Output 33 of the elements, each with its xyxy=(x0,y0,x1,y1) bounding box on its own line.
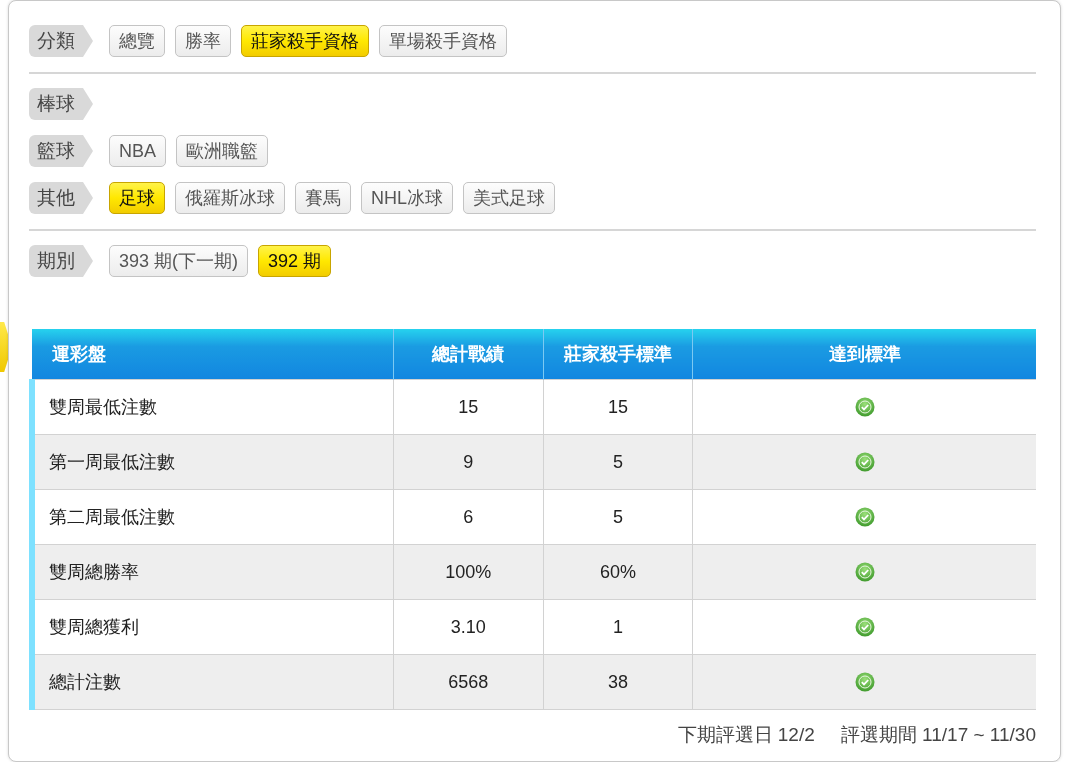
table-cell: 總計注數 xyxy=(32,654,394,710)
filter-button[interactable]: 勝率 xyxy=(175,25,231,57)
table-cell: 雙周總勝率 xyxy=(32,544,394,600)
filter-button[interactable]: NBA xyxy=(109,135,166,167)
category-label: 期別 xyxy=(29,245,93,277)
table-cell: 60% xyxy=(543,544,693,600)
table-cell: 5 xyxy=(543,434,693,490)
filter-button[interactable]: 賽馬 xyxy=(295,182,351,214)
category-label: 分類 xyxy=(29,25,93,57)
table-cell: 第一周最低注數 xyxy=(32,434,394,490)
filter-button[interactable]: NHL冰球 xyxy=(361,182,453,214)
filter-button[interactable]: 總覽 xyxy=(109,25,165,57)
column-header: 總計戰績 xyxy=(393,329,544,380)
filter-button[interactable]: 俄羅斯冰球 xyxy=(175,182,285,214)
column-header: 莊家殺手標準 xyxy=(543,329,693,380)
table-cell: 6568 xyxy=(393,654,544,710)
filter-button[interactable]: 歐洲職籃 xyxy=(176,135,268,167)
column-header: 運彩盤 xyxy=(32,329,394,380)
footer-text: 下期評選日 12/2 xyxy=(677,724,815,746)
table-cell: 9 xyxy=(393,434,544,490)
filter-button[interactable]: 單場殺手資格 xyxy=(379,25,507,57)
filter-button[interactable]: 足球 xyxy=(109,182,165,214)
category-label: 籃球 xyxy=(29,135,93,167)
category-label: 棒球 xyxy=(29,88,93,120)
footer-text: 評選期間 11/17 ~ 11/30 xyxy=(840,724,1036,746)
table-cell: 38 xyxy=(543,654,693,710)
filter-button[interactable]: 392 期 xyxy=(258,245,332,277)
column-header: 達到標準 xyxy=(692,329,1036,380)
filter-button[interactable]: 莊家殺手資格 xyxy=(241,25,369,57)
category-label: 其他 xyxy=(29,182,93,214)
table-cell: 100% xyxy=(393,544,544,600)
filter-button[interactable]: 美式足球 xyxy=(463,182,555,214)
filter-button[interactable]: 393 期(下一期) xyxy=(109,245,249,277)
